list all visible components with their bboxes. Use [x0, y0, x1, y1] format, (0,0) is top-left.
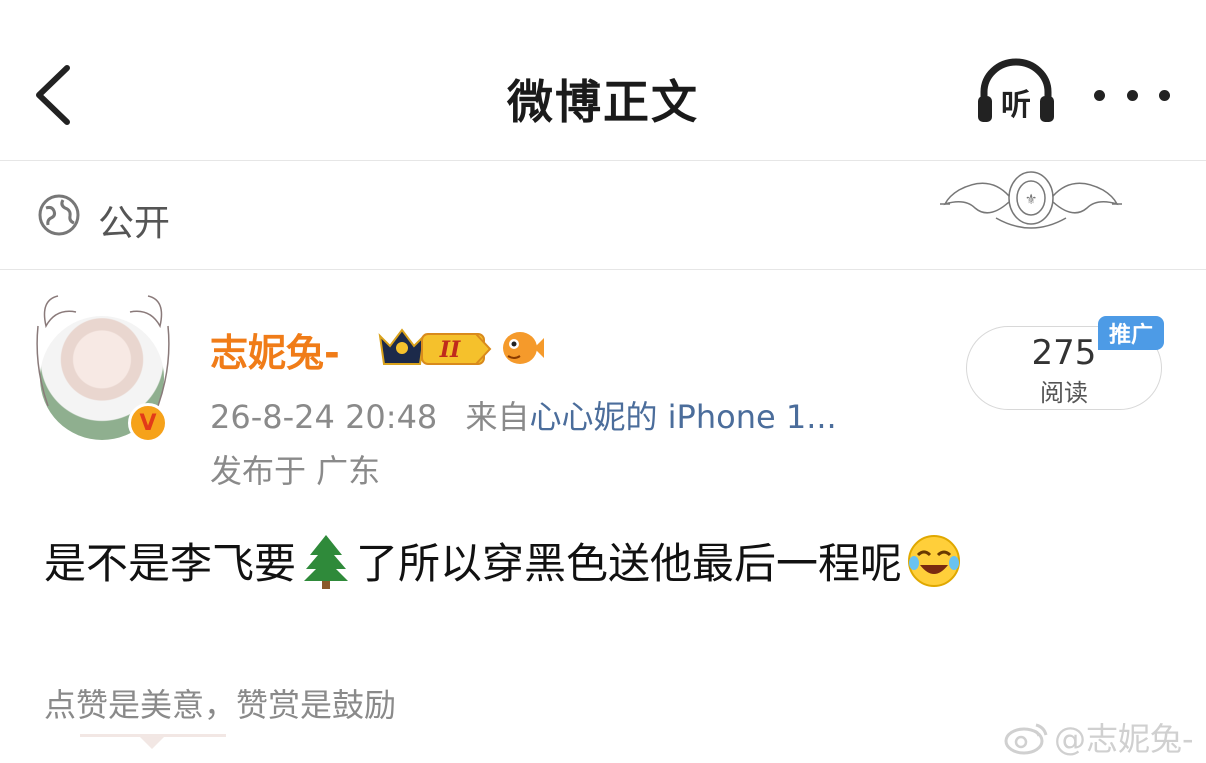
source-prefix: 来自	[465, 398, 530, 436]
more-dots-icon	[1094, 89, 1105, 101]
weibo-post-page: 微博正文 听 公开 ⚜ V 志妮兔- II 26-8-24 20:48 来自心心…	[0, 0, 1206, 763]
post-location: 发布于 广东	[210, 452, 381, 490]
svg-text:⚜: ⚜	[1025, 192, 1038, 208]
globe-icon	[38, 194, 80, 236]
post-datetime: 26-8-24 20:48	[210, 398, 438, 436]
read-count-label: 阅读	[1040, 379, 1088, 407]
post-content: 是不是李飞要 了所以穿黑色送他最后一程呢	[44, 530, 966, 591]
like-tip-caret	[140, 737, 164, 749]
weibo-logo-icon	[1004, 723, 1048, 755]
more-dot	[1126, 89, 1138, 101]
listen-label: 听	[1001, 88, 1031, 123]
post-text-part2: 了所以穿黑色送他最后一程呢	[356, 539, 903, 588]
promo-tag[interactable]: 推广	[1098, 316, 1164, 350]
more-dot	[1159, 89, 1170, 101]
verified-badge: V	[128, 403, 168, 443]
crown-icon[interactable]: II	[376, 324, 494, 370]
post-meta: 26-8-24 20:48 来自心心妮的 iPhone 1...	[210, 392, 837, 438]
source-link[interactable]: 心心妮的 iPhone 1...	[529, 398, 836, 436]
top-nav-bar: 微博正文 听	[0, 0, 1206, 161]
visibility-label: 公开	[98, 203, 171, 244]
fish-icon[interactable]	[500, 324, 546, 368]
author-name[interactable]: 志妮兔-	[210, 322, 340, 377]
watermark-text: @志妮兔-	[1054, 720, 1194, 758]
decorative-ornament: ⚜	[940, 171, 1122, 229]
listen-button[interactable]: 听	[974, 58, 1064, 130]
watermark: @志妮兔-	[1004, 714, 1194, 760]
more-button[interactable]	[1094, 78, 1170, 112]
level-badge-text: II	[439, 337, 461, 363]
post-text-part1: 是不是李飞要	[44, 539, 297, 588]
like-tip: 点赞是美意，赞赏是鼓励	[44, 686, 397, 724]
tree-emoji	[304, 534, 349, 589]
laughing-emoji	[908, 534, 961, 587]
